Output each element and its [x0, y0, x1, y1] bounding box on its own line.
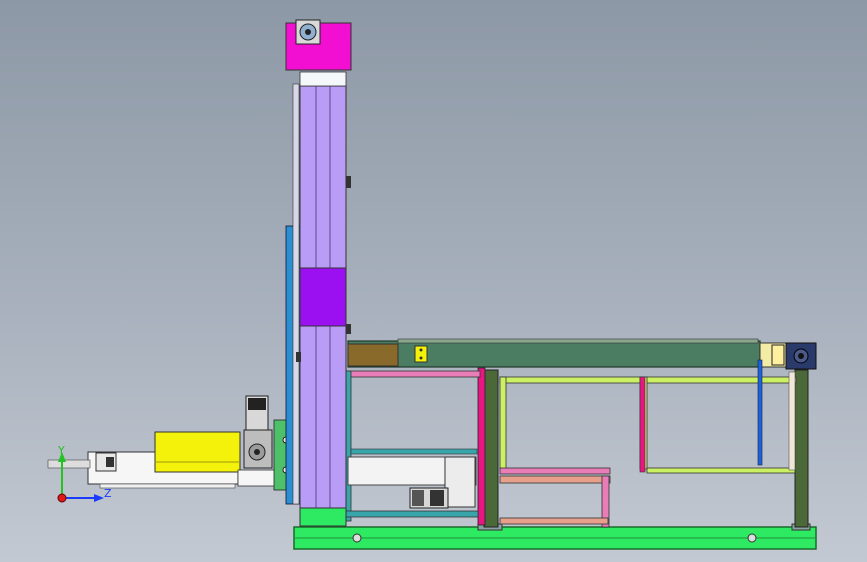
cad-viewport[interactable]: Y Z [0, 0, 867, 562]
z-axis-label: Z [104, 487, 112, 500]
feed-section [47, 395, 299, 491]
x-axis-point [57, 493, 67, 503]
base-frame [293, 523, 817, 550]
z-axis-arrow [94, 494, 104, 502]
lower-conveyor [347, 456, 477, 509]
top-motor-housing [285, 19, 352, 71]
vertical-column [285, 71, 351, 527]
upper-conveyor [347, 338, 817, 466]
y-axis-label: Y [57, 444, 65, 457]
cad-assembly-drawing: Y Z [47, 19, 817, 550]
